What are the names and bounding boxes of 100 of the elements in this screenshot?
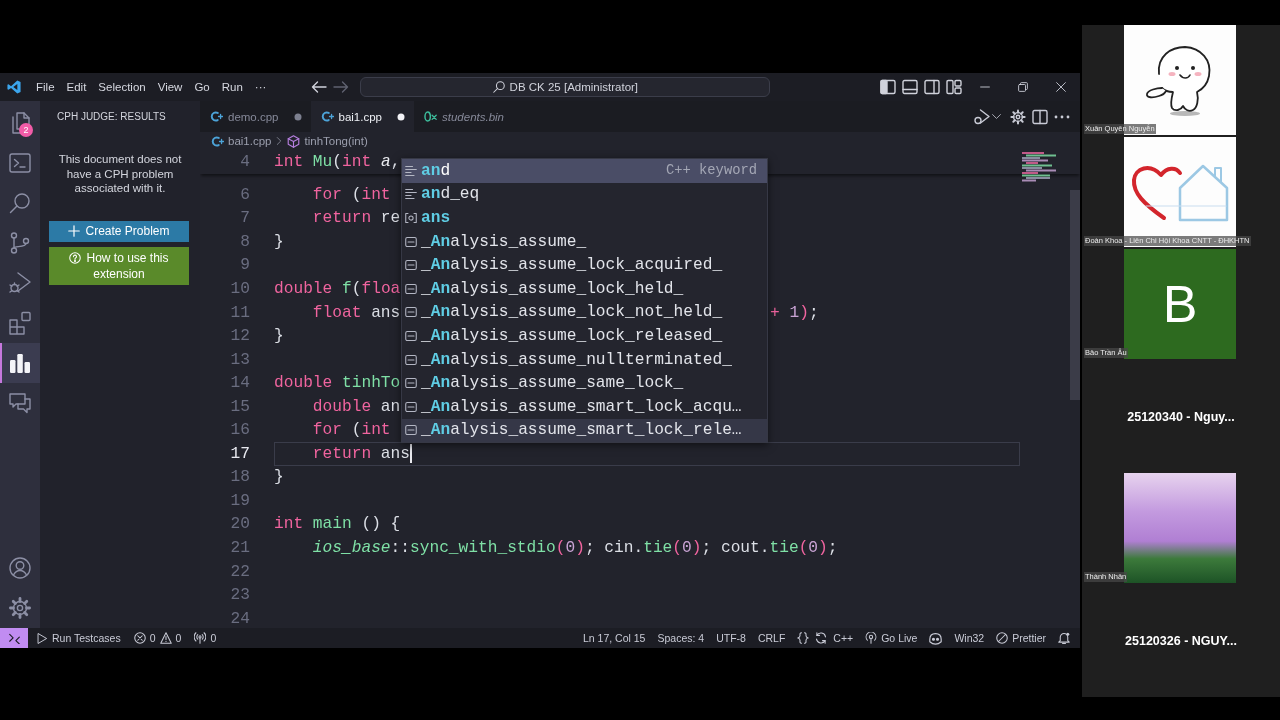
menu-item[interactable]: Go (188, 79, 216, 95)
extensions-icon (8, 311, 32, 335)
go-live-item[interactable]: Go Live (865, 632, 918, 644)
suggestion-item[interactable]: and C++ keyword (402, 159, 767, 183)
bell-icon[interactable] (1058, 632, 1070, 644)
suggestion-item[interactable]: _Analysis_assume_smart_lock_acqu… (402, 394, 767, 419)
minimap-drawing (1022, 152, 1056, 182)
problems-item[interactable]: 0 0 (133, 632, 182, 644)
panel-toggle-icon[interactable] (902, 79, 918, 95)
prohibited-icon (996, 632, 1009, 644)
lined-box-icon (405, 329, 417, 342)
sidebar-toggle-icon[interactable] (880, 79, 896, 95)
breadcrumb-item[interactable]: tinhTong(int) (287, 134, 368, 148)
cpp-file-icon (211, 134, 224, 148)
menu-item[interactable]: View (151, 79, 189, 95)
line-number: 24 (230, 609, 250, 628)
line-number: 20 (230, 515, 250, 534)
menu-item[interactable]: File (30, 79, 61, 95)
suggestion-item[interactable]: and_eq (402, 182, 767, 207)
menu-item[interactable]: Edit (60, 79, 93, 95)
line-number: 23 (230, 586, 250, 605)
suggestion-item[interactable]: _Analysis_assume_smart_lock_rele… (402, 418, 767, 443)
line-number: 14 (230, 374, 250, 393)
search-icon (492, 81, 505, 93)
line-number: 12 (230, 327, 250, 346)
menu-item[interactable]: Selection (92, 79, 152, 95)
editor-tab[interactable]: bai1.cpp (310, 101, 414, 132)
forward-arrow-icon[interactable] (333, 79, 350, 95)
lined-box-icon (405, 424, 417, 437)
gear-icon[interactable] (1010, 108, 1026, 125)
split-editor-icon[interactable] (1032, 108, 1048, 125)
line-number: 17 (230, 444, 250, 463)
code-line: } (274, 468, 284, 487)
dot-icon[interactable] (293, 112, 302, 121)
suggestion-item[interactable]: _Analysis_assume_nullterminated_ (402, 347, 767, 372)
code-line: return ans (312, 444, 410, 463)
ports-item[interactable]: 0 (194, 632, 217, 644)
participant-name: 25120340 - Nguy... (1127, 410, 1235, 424)
create-problem-button[interactable]: Create Problem (49, 220, 189, 242)
suggestion-item[interactable]: _Analysis_assume_lock_held_ (402, 276, 767, 301)
scrollbar-thumb[interactable] (1070, 190, 1080, 400)
lined-box-icon (405, 235, 417, 248)
settings-icon[interactable] (8, 596, 32, 620)
suggestion-item[interactable]: _Analysis_assume_lock_acquired_ (402, 253, 767, 277)
lined-box-icon (405, 377, 417, 390)
language-item[interactable]: C++ (833, 632, 854, 644)
text-lines-icon (405, 188, 417, 201)
status-item[interactable]: Spaces: 4 (657, 632, 705, 644)
restore-icon[interactable] (1018, 82, 1028, 92)
status-item[interactable]: CRLF (757, 632, 786, 644)
status-item[interactable]: Win32 (954, 632, 985, 644)
robot-face-icon[interactable] (929, 631, 943, 645)
suggestion-item[interactable]: _Analysis_assume_lock_released_ (402, 324, 767, 348)
code-line: ios_base::sync_with_stdio(0); cin.tie(0); cout.tie(0); (312, 538, 838, 557)
command-center[interactable]: DB CK 25 [Administrator] (360, 77, 771, 97)
cpp-file-icon (210, 110, 223, 123)
breadcrumb-item[interactable]: bai1.cpp (211, 134, 272, 148)
activity-bar-item[interactable] (0, 343, 40, 383)
help-button[interactable]: How to use this extension (49, 246, 189, 285)
code-line: float ans (312, 303, 401, 322)
sync-icon[interactable] (815, 632, 828, 644)
suggestion-item[interactable]: _Analysis_assume_ (402, 229, 767, 254)
help-icon (69, 251, 82, 264)
status-item[interactable]: UTF-8 (716, 632, 746, 644)
run-testcases-item[interactable]: Run Testcases (37, 632, 121, 644)
menu-item[interactable]: ··· (248, 79, 273, 95)
remote-button[interactable] (0, 628, 28, 648)
play-icon (37, 632, 48, 644)
status-item[interactable]: Ln 17, Col 15 (583, 632, 646, 644)
broadcast-icon (194, 632, 207, 644)
braces-icon[interactable] (797, 632, 810, 644)
prettier-item[interactable]: Prettier (996, 632, 1046, 644)
lined-box-icon (405, 400, 417, 413)
code-line: double f(floa (274, 279, 401, 298)
code-line: + 1); (770, 302, 819, 324)
line-number: 4 (240, 153, 250, 171)
cpp-file-icon (320, 110, 334, 123)
layout-icon[interactable] (946, 79, 962, 95)
app-logo-icon[interactable] (7, 80, 21, 94)
antenna-icon (865, 632, 878, 644)
back-arrow-icon[interactable] (311, 79, 328, 95)
dot-icon[interactable] (397, 112, 405, 121)
suggestion-item[interactable]: _Analysis_assume_same_lock_ (402, 371, 767, 395)
warning-icon (159, 632, 172, 644)
chevron-down-icon[interactable] (992, 112, 1001, 121)
play-bug-icon[interactable] (974, 108, 990, 125)
line-number: 22 (230, 562, 250, 581)
account-icon[interactable] (8, 556, 32, 580)
secondary-sidebar-icon[interactable] (924, 79, 940, 95)
line-number: 19 (230, 491, 250, 510)
suggestion-item[interactable]: _Analysis_assume_lock_not_held_ (402, 300, 767, 325)
line-number: 10 (230, 279, 250, 298)
plus-icon (68, 225, 81, 237)
code-line: for (int (312, 421, 391, 440)
suggestion-item[interactable]: ans (402, 206, 767, 230)
close-icon[interactable] (1056, 82, 1066, 92)
cube-icon (287, 134, 301, 148)
remote-icon (8, 632, 20, 644)
code-line: int Mu(int a, (274, 153, 401, 171)
menu-item[interactable]: Run (215, 79, 249, 95)
